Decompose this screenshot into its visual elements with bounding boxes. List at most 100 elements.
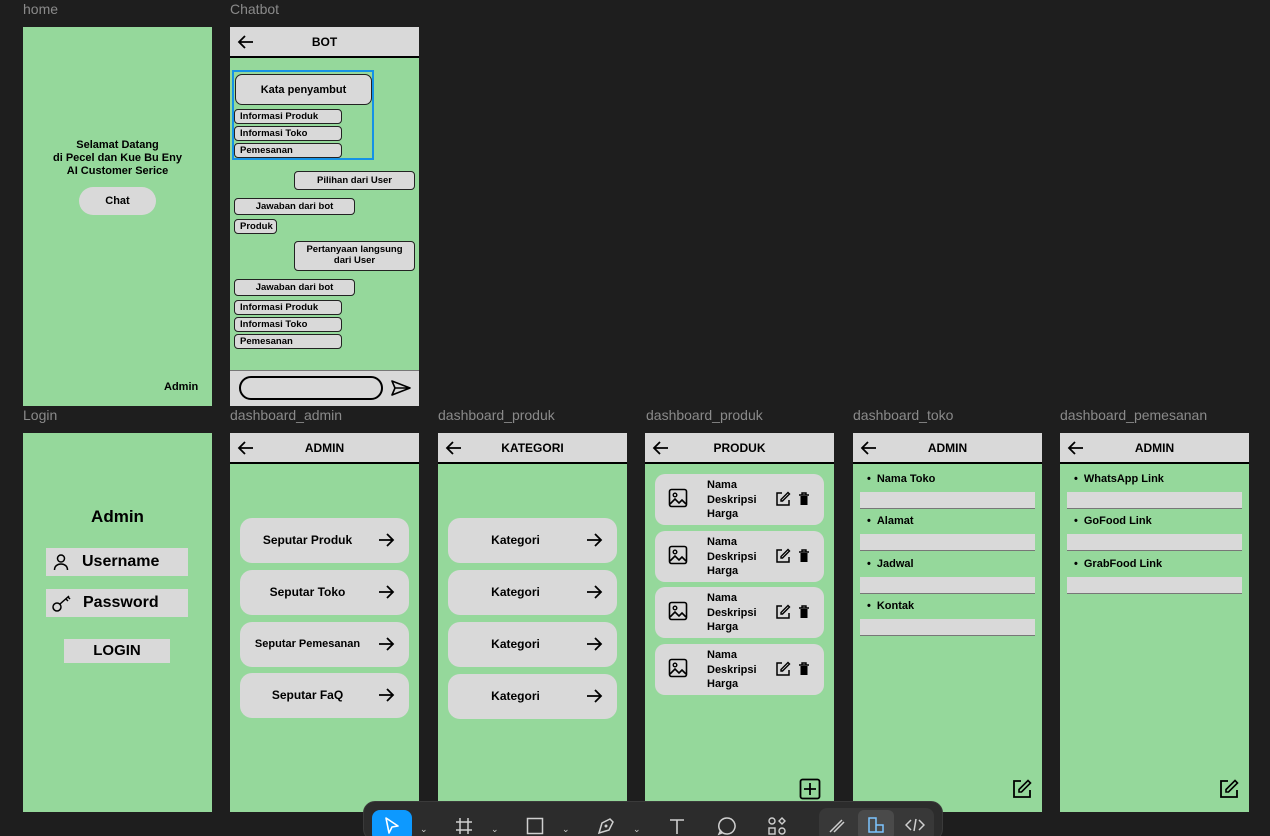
kategori-button-3[interactable]: Kategori [448,622,617,667]
kategori-button-1[interactable]: Kategori [448,518,617,563]
arrow-right-icon [379,585,395,599]
seputar-faq-button[interactable]: Seputar FaQ [240,673,409,718]
arrow-right-icon [587,637,603,651]
chatbot-header: BOT [230,27,419,58]
product-card[interactable]: Nama Deskripsi Harga [655,474,824,525]
username-field[interactable]: Username [46,548,188,576]
frame-chatbot[interactable]: BOT Kata penyambut Informasi Produk Info… [230,27,419,406]
move-icon [385,817,399,834]
frame-dashboard-toko[interactable]: ADMIN Nama Toko Alamat Jadwal Kontak [853,433,1042,812]
comment-tool[interactable] [707,810,747,836]
edit-icon[interactable] [775,661,791,677]
chevron-down-icon[interactable]: ⌄ [562,824,570,835]
draw-mode[interactable] [819,810,855,836]
produk-option[interactable]: Produk [234,219,277,234]
gofood-input[interactable] [1067,534,1242,551]
design-mode[interactable] [858,810,894,836]
seputar-toko-button[interactable]: Seputar Toko [240,570,409,615]
frame-dashboard-admin[interactable]: ADMIN Seputar Produk Seputar Toko Seputa… [230,433,419,812]
grabfood-label: GrabFood Link [1074,558,1162,570]
menu-pemesanan-2[interactable]: Pemesanan [234,334,342,349]
product-price: Harga [707,678,739,690]
kategori-button-4[interactable]: Kategori [448,674,617,719]
gofood-label: GoFood Link [1074,515,1152,527]
bot-answer-bubble: Jawaban dari bot [234,198,355,215]
edit-icon[interactable] [775,491,791,507]
arrow-right-icon [587,689,603,703]
nama-toko-input[interactable] [860,492,1035,509]
welcome-line-2: di Pecel dan Kue Bu Eny [53,152,182,164]
user-icon [53,554,69,571]
frame-dashboard-produk[interactable]: PRODUK Nama Deskripsi Harga Nama Deskrip… [645,433,834,812]
menu-info-toko-2[interactable]: Informasi Toko [234,317,342,332]
frame-home[interactable]: Selamat Datang di Pecel dan Kue Bu Eny A… [23,27,212,406]
add-product-icon[interactable] [799,778,821,800]
frame-label-login[interactable]: Login [23,407,57,423]
toko-title: ADMIN [927,441,968,455]
alamat-input[interactable] [860,534,1035,551]
chevron-down-icon[interactable]: ⌄ [420,824,428,835]
arrow-right-icon [587,585,603,599]
rectangle-icon [526,817,544,835]
draw-icon [829,819,845,833]
move-tool[interactable] [372,810,412,836]
menu-info-produk[interactable]: Informasi Produk [234,109,342,124]
admin-link[interactable]: Admin [164,381,198,393]
kategori-button-2[interactable]: Kategori [448,570,617,615]
trash-icon[interactable] [798,662,810,676]
send-icon[interactable] [390,379,412,397]
trash-icon[interactable] [798,492,810,506]
edit-icon[interactable] [1012,779,1032,799]
edit-icon[interactable] [775,548,791,564]
kontak-label: Kontak [867,600,914,612]
product-card[interactable]: Nama Deskripsi Harga [655,531,824,582]
grabfood-input[interactable] [1067,577,1242,594]
welcome-line-3: AI Customer Serice [66,165,169,177]
chat-input[interactable] [239,376,383,400]
menu-pemesanan[interactable]: Pemesanan [234,143,342,158]
actions-tool[interactable] [757,810,797,836]
chevron-down-icon[interactable]: ⌄ [491,824,499,835]
jadwal-input[interactable] [860,577,1035,594]
frame-label-chatbot[interactable]: Chatbot [230,1,279,17]
pen-tool[interactable] [586,810,626,836]
edit-icon[interactable] [1219,779,1239,799]
password-label: Password [83,594,159,611]
seputar-produk-button[interactable]: Seputar Produk [240,518,409,563]
frame-label-dashboard-toko[interactable]: dashboard_toko [853,407,953,423]
username-label: Username [82,553,160,570]
trash-icon[interactable] [798,605,810,619]
pemesanan-title: ADMIN [1134,441,1175,455]
frame-dashboard-kategori[interactable]: KATEGORI Kategori Kategori Kategori Kate… [438,433,627,812]
menu-info-produk-2[interactable]: Informasi Produk [234,300,342,315]
frame-tool[interactable] [444,810,484,836]
kategori-title: KATEGORI [501,441,564,455]
whatsapp-input[interactable] [1067,492,1242,509]
kontak-input[interactable] [860,619,1035,636]
frame-login[interactable]: Admin Username Password LOGIN [23,433,212,812]
menu-info-toko[interactable]: Informasi Toko [234,126,342,141]
frame-label-dashboard-produk[interactable]: dashboard_produk [646,407,763,423]
chat-button[interactable]: Chat [79,187,156,215]
frame-label-dashboard-admin[interactable]: dashboard_admin [230,407,342,423]
trash-icon[interactable] [798,549,810,563]
product-name: Nama [707,649,737,661]
product-card[interactable]: Nama Deskripsi Harga [655,644,824,695]
rectangle-tool[interactable] [515,810,555,836]
login-button[interactable]: LOGIN [64,639,170,663]
whatsapp-label: WhatsApp Link [1074,473,1164,485]
greeting-bubble: Kata penyambut [235,74,372,105]
dev-mode[interactable] [897,810,933,836]
chevron-down-icon[interactable]: ⌄ [633,824,641,835]
frame-label-dashboard-kategori[interactable]: dashboard_produk [438,407,555,423]
frame-label-dashboard-pemesanan[interactable]: dashboard_pemesanan [1060,407,1207,423]
text-tool[interactable] [657,810,697,836]
toko-header: ADMIN [853,433,1042,464]
seputar-pemesanan-button[interactable]: Seputar Pemesanan [240,622,409,667]
product-name: Nama [707,479,737,491]
password-field[interactable]: Password [46,589,188,617]
frame-dashboard-pemesanan[interactable]: ADMIN WhatsApp Link GoFood Link GrabFood… [1060,433,1249,812]
edit-icon[interactable] [775,604,791,620]
product-card[interactable]: Nama Deskripsi Harga [655,587,824,638]
frame-label-home[interactable]: home [23,1,58,17]
